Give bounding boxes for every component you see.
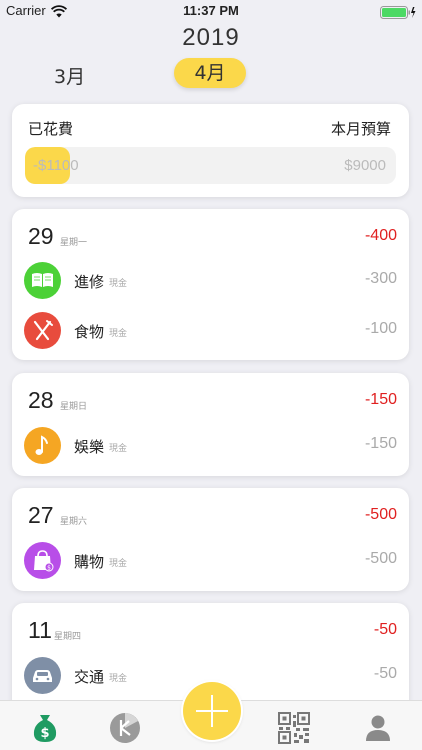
day-number: 11 (28, 617, 52, 643)
category-name: 娛樂 (74, 438, 105, 456)
profile-icon[interactable] (361, 711, 395, 745)
budget-amount: $9000 (344, 157, 386, 174)
payment-method: 現金 (109, 329, 128, 339)
expense-item[interactable]: 娛樂 現金 -150 (12, 423, 409, 467)
expense-amount: -150 (364, 435, 397, 452)
weekday-label: 星期一 (60, 238, 88, 248)
expense-amount: -100 (364, 320, 397, 337)
category-name: 交通 (74, 668, 105, 686)
payment-method: 現金 (109, 444, 128, 454)
pie-chart-icon[interactable] (108, 711, 142, 745)
app-screen: Carrier 11:37 PM 2019 3月 4月 已花費 本月預算 -$1… (0, 0, 422, 750)
shopping-bag-icon: $ (24, 542, 61, 579)
payment-method: 現金 (109, 279, 128, 289)
budget-card: 已花費 本月預算 -$1100 $9000 (12, 104, 409, 197)
weekday-label: 星期六 (60, 517, 88, 527)
weekday-label: 星期日 (60, 402, 88, 412)
day-number: 29 (28, 223, 54, 249)
money-bag-icon[interactable]: $ (28, 711, 62, 745)
status-time: 11:37 PM (183, 3, 239, 18)
expense-amount: -50 (373, 665, 397, 682)
day-header: 28 星期日 -150 (12, 387, 409, 417)
day-card[interactable]: 28 星期日 -150 娛樂 現金 -150 (12, 373, 409, 476)
car-icon (24, 657, 61, 694)
category-name: 進修 (74, 273, 105, 291)
day-card[interactable]: 29 星期一 -400 進修 現金 -300 食物 現金 -100 (12, 209, 409, 360)
category-name: 食物 (74, 323, 105, 341)
day-number: 27 (28, 502, 54, 528)
category-name: 購物 (74, 553, 105, 571)
day-total: -500 (364, 506, 397, 523)
day-header: 29 星期一 -400 (12, 223, 409, 253)
status-bar: Carrier 11:37 PM (0, 0, 422, 22)
qr-code-icon[interactable] (277, 711, 311, 745)
battery-icon (380, 4, 416, 19)
day-total: -50 (373, 621, 397, 638)
day-total: -150 (364, 391, 397, 408)
month-tab-current[interactable]: 4月 (174, 58, 246, 88)
expense-amount: -300 (364, 270, 397, 287)
day-header: 27 星期六 -500 (12, 502, 409, 532)
month-tab-previous[interactable]: 3月 (54, 62, 85, 89)
book-icon (24, 262, 61, 299)
day-number: 28 (28, 387, 54, 413)
monthly-budget-label: 本月預算 (330, 120, 391, 138)
budget-progress-bar: -$1100 $9000 (25, 147, 396, 184)
year-title: 2019 (182, 24, 240, 51)
day-header: 11 星期四 -50 (12, 617, 409, 647)
expense-item[interactable]: $ 購物 現金 -500 (12, 538, 409, 582)
expense-item[interactable]: 進修 現金 -300 (12, 258, 409, 302)
fork-knife-icon (24, 312, 61, 349)
expense-item[interactable]: 食物 現金 -100 (12, 308, 409, 352)
spent-amount: -$1100 (33, 157, 79, 174)
add-icon[interactable] (183, 682, 241, 740)
expense-amount: -500 (364, 550, 397, 567)
spent-label: 已花費 (28, 120, 74, 138)
svg-text:$: $ (47, 565, 51, 572)
day-total: -400 (364, 227, 397, 244)
svg-text:$: $ (40, 726, 49, 741)
day-card[interactable]: 27 星期六 -500 $ 購物 現金 -500 (12, 488, 409, 591)
payment-method: 現金 (109, 559, 128, 569)
weekday-label: 星期四 (54, 632, 82, 642)
payment-method: 現金 (109, 674, 128, 684)
music-note-icon (24, 427, 61, 464)
